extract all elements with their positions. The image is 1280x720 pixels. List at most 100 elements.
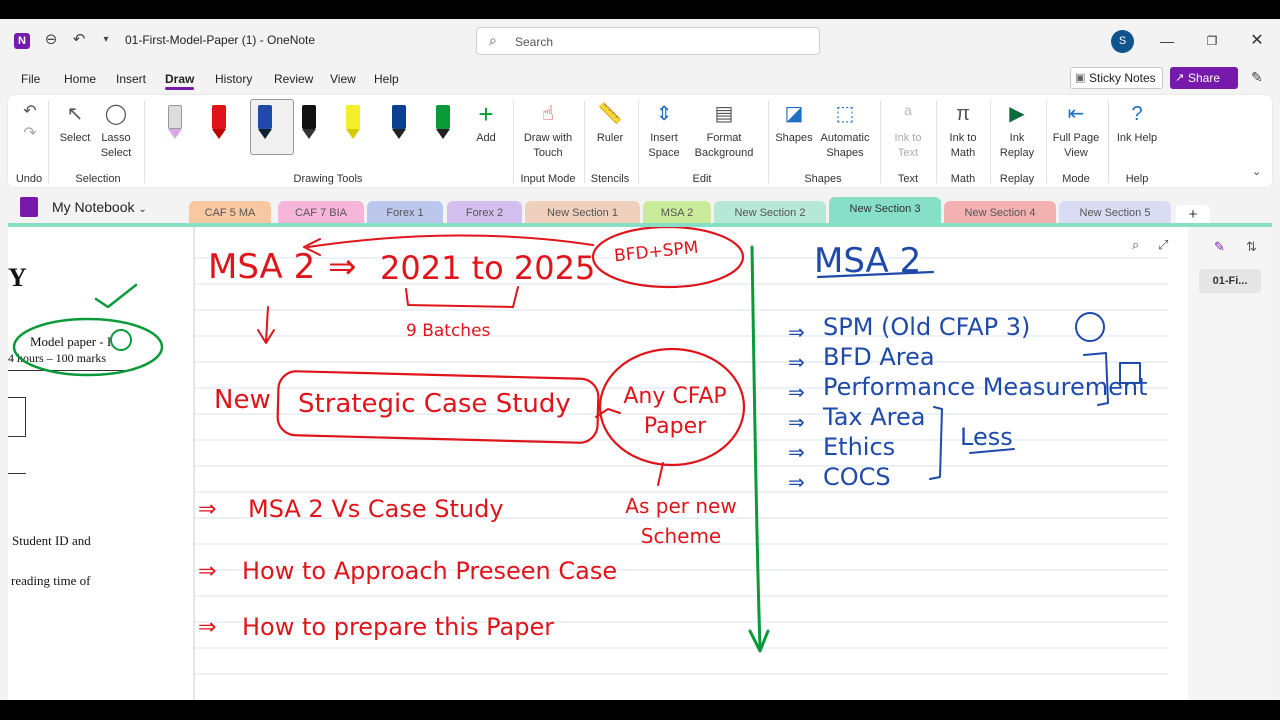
replay-group-label: Replay bbox=[999, 173, 1035, 185]
tab-caf-7-bia[interactable]: CAF 7 BIA bbox=[278, 201, 364, 225]
ink-to-text-button[interactable]: ᵃ Ink to Text bbox=[886, 101, 930, 161]
tab-new-section-5[interactable]: New Section 5 bbox=[1059, 201, 1171, 225]
ink-less: Less bbox=[960, 423, 1013, 451]
ink-performance: Performance Measurement bbox=[823, 373, 1148, 401]
tab-caf-5-ma[interactable]: CAF 5 MA bbox=[189, 201, 271, 225]
close-icon[interactable]: ✕ bbox=[1245, 29, 1269, 53]
quick-access-dropdown-icon[interactable]: ▾ bbox=[95, 29, 117, 51]
pi-icon: π bbox=[956, 103, 970, 125]
menu-view[interactable]: View bbox=[330, 72, 356, 86]
ruler-icon: 📏 bbox=[597, 103, 623, 125]
shapes-icon: ◪ bbox=[784, 103, 804, 125]
math-group-label: Math bbox=[950, 173, 976, 185]
menu-review[interactable]: Review bbox=[274, 72, 313, 86]
tab-forex-1[interactable]: Forex 1 bbox=[367, 201, 443, 225]
tab-msa-2[interactable]: MSA 2 bbox=[643, 201, 711, 225]
page-canvas[interactable]: Y Model paper - I 4 hours – 100 marks St… bbox=[8, 227, 1188, 700]
divider bbox=[768, 101, 769, 183]
ink-spm-old: SPM (Old CFAP 3) bbox=[823, 313, 1031, 341]
ink-approach-preseen: How to Approach Preseen Case bbox=[242, 557, 618, 585]
shapes-group-label: Shapes bbox=[804, 173, 842, 185]
automatic-shapes-button[interactable]: ⬚ Automatic Shapes bbox=[816, 101, 874, 161]
menu-help[interactable]: Help bbox=[374, 72, 399, 86]
menu-home[interactable]: Home bbox=[64, 72, 96, 86]
ink-msa2-vs-case: MSA 2 Vs Case Study bbox=[248, 495, 504, 523]
add-page-icon[interactable]: ✎ bbox=[1214, 239, 1225, 255]
undo-quick-icon[interactable]: ↶ bbox=[68, 29, 90, 51]
yellow-highlighter[interactable] bbox=[342, 105, 364, 145]
page-item[interactable]: 01-Fi... bbox=[1199, 269, 1261, 293]
full-page-view-button[interactable]: ⇤ Full Page View bbox=[1048, 101, 1104, 161]
tab-new-section-2[interactable]: New Section 2 bbox=[714, 201, 826, 225]
eraser-pen[interactable] bbox=[164, 105, 186, 145]
minimize-icon[interactable]: — bbox=[1155, 29, 1179, 53]
page-search-icon[interactable]: ⌕ bbox=[1132, 237, 1139, 253]
ink-bullet-arrow: ⇒ bbox=[198, 497, 217, 522]
red-pen[interactable] bbox=[208, 105, 230, 145]
collapse-ribbon-icon[interactable]: ⌄ bbox=[1252, 165, 1261, 178]
divider bbox=[1108, 101, 1109, 183]
background-icon: ▤ bbox=[714, 103, 734, 125]
stencils-group-label: Stencils bbox=[590, 173, 630, 185]
tab-new-section-1[interactable]: New Section 1 bbox=[525, 201, 640, 225]
expand-icon[interactable]: ⤢ bbox=[1158, 237, 1168, 253]
notebook-selector[interactable]: My Notebook ⌄ bbox=[52, 199, 147, 215]
lasso-icon: ◯ bbox=[104, 103, 128, 125]
ink-msa2-right: MSA 2 bbox=[814, 241, 922, 281]
tab-forex-2[interactable]: Forex 2 bbox=[447, 201, 522, 225]
back-icon[interactable]: ⊖ bbox=[40, 29, 62, 51]
insert-space-button[interactable]: ⇕ Insert Space bbox=[642, 101, 686, 161]
undo-group-label: Undo bbox=[15, 173, 43, 185]
menu-draw[interactable]: Draw bbox=[165, 72, 195, 90]
divider bbox=[990, 101, 991, 183]
input-mode-group-label: Input Mode bbox=[520, 173, 576, 185]
chevron-down-icon: ⌄ bbox=[138, 204, 147, 215]
sort-pages-icon[interactable]: ⇅ bbox=[1246, 239, 1257, 255]
insert-space-icon: ⇕ bbox=[655, 103, 673, 125]
lasso-select-button[interactable]: ◯ Lasso Select bbox=[96, 101, 136, 161]
avatar[interactable]: S bbox=[1111, 30, 1134, 53]
ruler-button[interactable]: 📏 Ruler bbox=[590, 101, 630, 146]
green-pen[interactable] bbox=[432, 105, 454, 145]
divider bbox=[936, 101, 937, 183]
ink-years: 2021 to 2025 bbox=[380, 249, 596, 287]
add-pen-button[interactable]: + Add bbox=[470, 101, 502, 146]
sticky-notes-button[interactable]: Sticky Notes bbox=[1070, 67, 1163, 89]
search-box[interactable]: ⌕ Search bbox=[476, 27, 820, 55]
ink-prepare-paper: How to prepare this Paper bbox=[242, 613, 555, 641]
shapes-button[interactable]: ◪ Shapes bbox=[774, 101, 814, 146]
mode-group-label: Mode bbox=[1062, 173, 1090, 185]
feedback-icon[interactable]: ✎ bbox=[1251, 69, 1263, 86]
black-pen[interactable] bbox=[298, 105, 320, 145]
dark-blue-pen[interactable] bbox=[388, 105, 410, 145]
ink-bfd-spm: BFD+SPM bbox=[613, 237, 700, 267]
tab-new-section-4[interactable]: New Section 4 bbox=[944, 201, 1056, 225]
tab-new-section-3[interactable]: New Section 3 bbox=[829, 197, 941, 225]
cursor-icon: ↖ bbox=[66, 103, 84, 125]
redo-button[interactable]: ↷ bbox=[20, 121, 40, 151]
text-group-label: Text bbox=[897, 173, 919, 185]
ink-to-math-button[interactable]: π Ink to Math bbox=[940, 101, 986, 161]
format-background-button[interactable]: ▤ Format Background bbox=[688, 101, 760, 161]
search-icon: ⌕ bbox=[489, 32, 497, 48]
divider bbox=[880, 101, 881, 183]
restore-icon[interactable]: ❐ bbox=[1200, 29, 1224, 53]
menu-file[interactable]: File bbox=[21, 72, 40, 86]
share-button[interactable]: Share bbox=[1170, 67, 1238, 89]
ink-replay-button[interactable]: ▶ Ink Replay bbox=[994, 101, 1040, 161]
menu-history[interactable]: History bbox=[215, 72, 252, 86]
add-section-button[interactable]: + bbox=[1176, 205, 1210, 225]
select-button[interactable]: ↖ Select bbox=[55, 101, 95, 146]
plus-icon: + bbox=[478, 99, 494, 129]
draw-with-touch-button[interactable]: ☝ Draw with Touch bbox=[516, 101, 580, 161]
onenote-logo-icon: N bbox=[14, 33, 30, 49]
draw-ribbon: ↶ ↷ Undo ↖ Select ◯ Lasso Select Selection… bbox=[8, 95, 1272, 187]
onenote-window: N ⊖ ↶ ▾ 01-First-Model-Paper (1) - OneNo… bbox=[0, 19, 1280, 700]
full-page-icon: ⇤ bbox=[1067, 103, 1085, 125]
ink-any-cfap-paper: Any CFAP Paper bbox=[623, 384, 727, 439]
touch-icon: ☝ bbox=[541, 103, 555, 125]
blue-pen[interactable] bbox=[254, 105, 276, 145]
ink-help-button[interactable]: ? Ink Help bbox=[1116, 101, 1158, 146]
menu-insert[interactable]: Insert bbox=[116, 72, 146, 86]
help-group-label: Help bbox=[1125, 173, 1149, 185]
